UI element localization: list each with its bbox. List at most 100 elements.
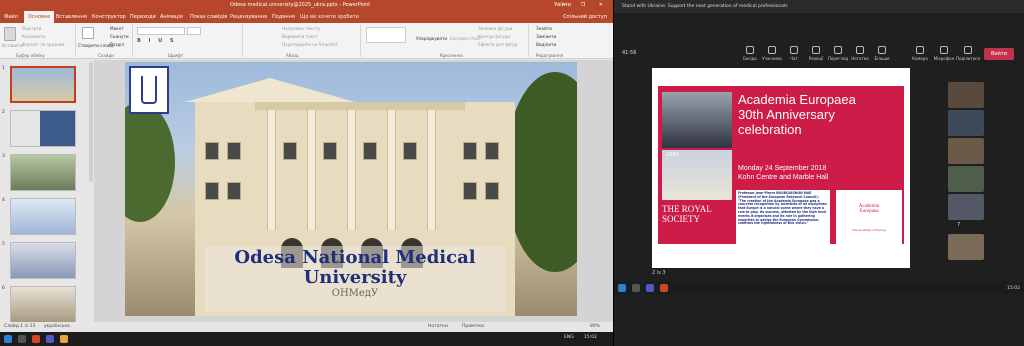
section-button[interactable]: Розділ xyxy=(110,42,124,47)
thumbnails-scrollbar[interactable] xyxy=(89,62,93,182)
align-text-button[interactable]: Вирівняти текст xyxy=(282,34,318,39)
windows-start-icon[interactable] xyxy=(618,284,626,292)
zoom-level[interactable]: 89% xyxy=(590,322,600,332)
tab-animations[interactable]: Анімація xyxy=(160,11,183,23)
shared-slide-pager[interactable]: 2 із 3 xyxy=(652,270,666,276)
tab-transitions[interactable]: Переходи xyxy=(130,11,156,23)
tab-design[interactable]: Конструктор xyxy=(92,11,126,23)
slide-thumbnail-3[interactable] xyxy=(10,154,76,191)
quick-styles-button[interactable]: Експрес-стилі xyxy=(450,36,481,41)
window xyxy=(403,142,417,160)
participant-video[interactable] xyxy=(948,234,984,260)
more-control[interactable]: Більше xyxy=(870,46,894,61)
paste-icon xyxy=(4,27,16,41)
slide-thumbnail-1[interactable] xyxy=(10,66,76,103)
tab-view[interactable]: Подання xyxy=(272,11,295,23)
photo-year-label: 1660 xyxy=(666,152,679,158)
font-format-buttons[interactable]: B I U S xyxy=(137,38,217,46)
slide-thumbnail-2[interactable] xyxy=(10,110,76,147)
powerpoint-taskbar-icon[interactable] xyxy=(32,335,40,343)
reactions-control[interactable]: Реакції xyxy=(804,46,828,61)
tell-me-search[interactable]: Що ви хочете зробити xyxy=(300,11,359,23)
thumb-number: 3 xyxy=(2,154,5,159)
camera-control[interactable]: Камера xyxy=(908,46,932,61)
meeting-title: Stand with Ukraine. Support the next gen… xyxy=(622,4,788,9)
view-control[interactable]: Перегляд xyxy=(826,46,850,61)
arrange-button[interactable]: Упорядкувати xyxy=(416,36,447,41)
notes-button[interactable]: Нотатки xyxy=(428,322,448,332)
slide-thumbnail-5[interactable] xyxy=(10,242,76,279)
shape-effects-button[interactable]: Ефекти для фігур xyxy=(478,42,517,47)
ppt-document-title: Odesa medical university@2025_ukra.pptx … xyxy=(230,2,371,8)
layout-button[interactable]: Макет xyxy=(110,26,124,31)
explorer-taskbar-icon[interactable] xyxy=(60,335,68,343)
search-icon[interactable] xyxy=(18,335,26,343)
participant-video[interactable] xyxy=(948,110,984,136)
shape-outline-button[interactable]: Контур фігури xyxy=(478,34,510,39)
participant-count: 7 xyxy=(957,222,961,228)
select-button[interactable]: Виділити xyxy=(536,42,556,47)
font-size-select[interactable] xyxy=(187,27,201,35)
people-control[interactable]: Учасники xyxy=(760,46,784,61)
messages-control[interactable]: Чат xyxy=(782,46,806,61)
ae-title-line-1: Academia Europaea xyxy=(738,92,856,107)
window xyxy=(485,182,499,200)
mic-control-label: Мікрофон xyxy=(933,56,955,61)
paste-button[interactable]: Вставити xyxy=(2,43,23,48)
participant-video[interactable] xyxy=(948,138,984,164)
new-slide-button[interactable]: Створити слайд xyxy=(78,43,113,48)
shape-fill-button[interactable]: Заливка фігури xyxy=(478,26,512,31)
replace-button[interactable]: Замінити xyxy=(536,34,556,39)
tab-home[interactable]: Основне xyxy=(24,11,55,23)
microphone-icon xyxy=(940,46,948,54)
column xyxy=(427,110,436,230)
powerpoint-taskbar-icon[interactable] xyxy=(660,284,668,292)
view-icon xyxy=(834,46,842,54)
participant-video[interactable] xyxy=(948,82,984,108)
teams-taskbar-icon[interactable] xyxy=(46,335,54,343)
ae-date: Monday 24 September 2018 Kohn Centre and… xyxy=(738,164,903,182)
reset-button[interactable]: Скинути xyxy=(110,34,129,39)
chat-control-label: Бесіда xyxy=(743,56,757,61)
shapes-gallery[interactable] xyxy=(366,27,406,43)
participant-video[interactable] xyxy=(948,194,984,220)
powerpoint-window: Odesa medical university@2025_ukra.pptx … xyxy=(0,0,613,346)
font-family-select[interactable] xyxy=(137,27,185,35)
tab-review[interactable]: Рецензування xyxy=(230,11,267,23)
share-button[interactable]: Спільний доступ xyxy=(563,11,607,23)
more-icon xyxy=(878,46,886,54)
find-button[interactable]: Знайти xyxy=(536,26,552,31)
slide-thumbnail-4[interactable] xyxy=(10,198,76,235)
windows-start-icon[interactable] xyxy=(4,335,12,343)
taskbar-clock[interactable]: 15:02 xyxy=(1007,286,1020,291)
text-direction-button[interactable]: Напрямок тексту xyxy=(282,26,320,31)
tab-slideshow[interactable]: Показ слайдів xyxy=(190,11,227,23)
notes-control[interactable]: Нотатки xyxy=(848,46,872,61)
cut-button[interactable]: Вирізати xyxy=(22,26,41,31)
copy-button[interactable]: Копіювати xyxy=(22,34,45,39)
group-slides: Слайди xyxy=(98,53,114,58)
keyboard-language[interactable]: ENG xyxy=(564,335,574,340)
slide-title[interactable]: Odesa National Medical University ОНМедУ xyxy=(205,248,505,300)
mic-control[interactable]: Мікрофон xyxy=(932,46,956,61)
convert-smartart-button[interactable]: Перетворити на SmartArt xyxy=(282,42,338,47)
window-controls[interactable]: — ❐ ✕ xyxy=(562,0,609,11)
ae-logo-line-2: Europaea xyxy=(859,209,879,214)
language-indicator[interactable]: українська xyxy=(44,322,70,332)
reaction-icon xyxy=(812,46,820,54)
tab-file[interactable]: Файл xyxy=(4,11,18,23)
chat-control[interactable]: Бесіда xyxy=(738,46,762,61)
teams-taskbar-icon[interactable] xyxy=(646,284,654,292)
current-slide[interactable]: Odesa National Medical University ОНМедУ xyxy=(125,62,577,316)
slide-thumbnail-6[interactable] xyxy=(10,286,76,323)
share-control[interactable]: Поділитися xyxy=(956,46,980,61)
slide-watermark: ОНМедУ xyxy=(331,288,379,299)
taskbar-clock[interactable]: 15:02 xyxy=(584,335,597,340)
tab-insert[interactable]: Вставлення xyxy=(56,11,87,23)
comments-button[interactable]: Примітки xyxy=(462,322,484,332)
participant-video[interactable] xyxy=(948,166,984,192)
search-icon[interactable] xyxy=(632,284,640,292)
slide-editor-canvas: Odesa National Medical University ОНМедУ xyxy=(94,60,613,322)
format-painter-button[interactable]: Формат за зразком xyxy=(22,42,64,47)
leave-button[interactable]: Вийти xyxy=(984,48,1014,60)
